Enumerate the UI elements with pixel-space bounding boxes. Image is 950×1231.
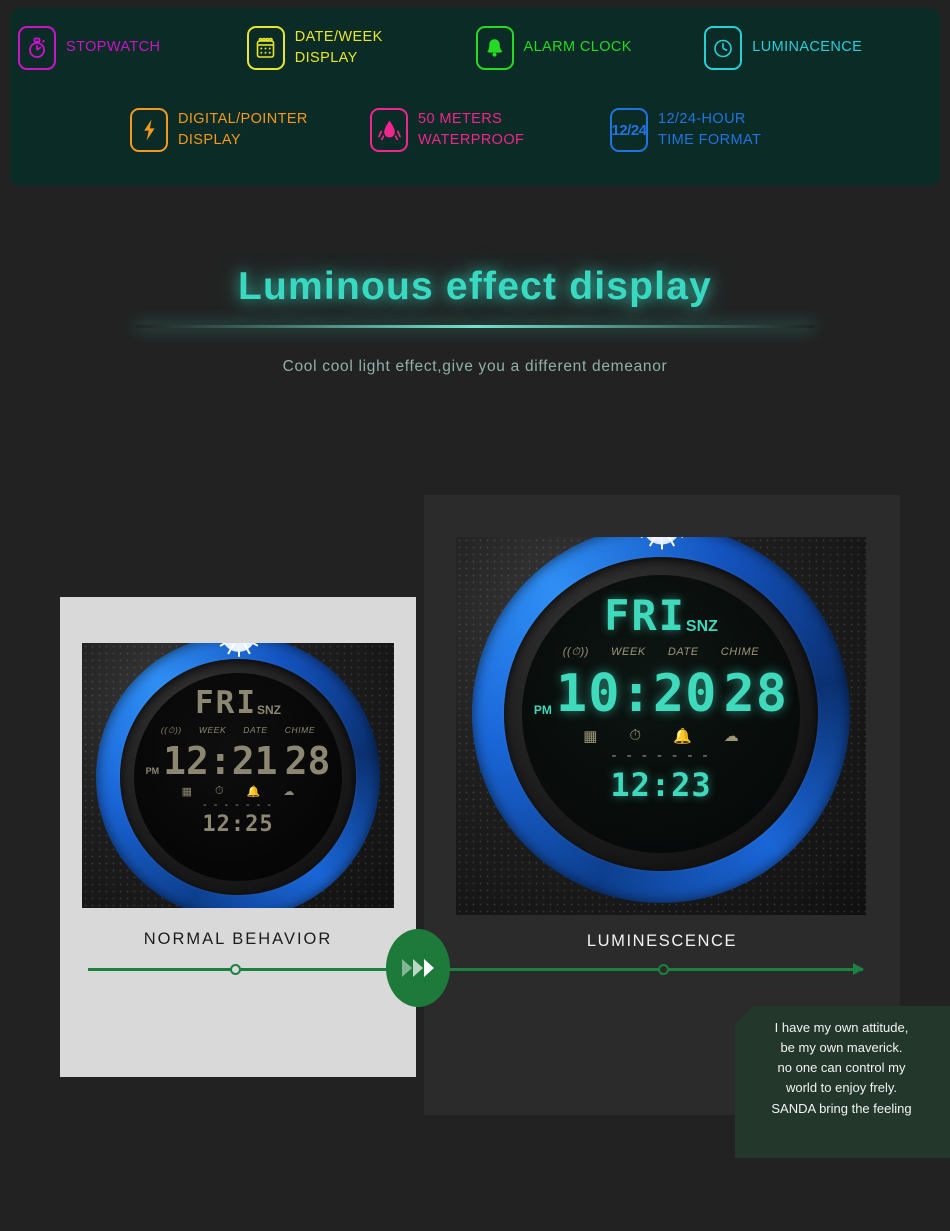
lcd-label-week: WEEK [198, 725, 227, 735]
lcd-labels: ((⏱)) WEEK DATE CHIME [161, 725, 315, 736]
lcd-pm: PM [533, 703, 552, 717]
feature-stopwatch: STOPWATCH [18, 26, 247, 70]
lcd-snz: SNZ [685, 618, 718, 635]
lcd-pm: PM [145, 766, 160, 776]
lcd-time: 10:20 [555, 664, 718, 724]
twelve-twentyfour-text: 12/24 [611, 121, 647, 139]
track-node-right [658, 964, 669, 975]
feature-label: STOPWATCH [66, 39, 161, 56]
lcd-sub-time: 12:23 [610, 766, 712, 804]
lcd-labels: ((⏱)) WEEK DATE CHIME [563, 646, 759, 659]
lcd-day: FRI [195, 685, 257, 721]
lcd-icon-row: ▦ ⏱ 🔔 ☁ [583, 727, 739, 745]
feature-time-format: 12/24 12/24-HOUR TIME FORMAT [610, 108, 850, 152]
lcd-date-value: 28 [284, 739, 331, 783]
lcd-snz: SNZ [257, 703, 281, 717]
lightning-bolt-icon [130, 108, 168, 152]
calendar-icon [246, 26, 285, 70]
track-bar [88, 968, 863, 971]
lcd-stopwatch-glyph: ⏱ [215, 785, 224, 797]
bell-icon [475, 26, 514, 70]
stopwatch-icon [18, 26, 56, 70]
feature-label: DATE/WEEK DISPLAY [294, 28, 383, 66]
glow-divider [135, 325, 815, 328]
feature-label: 12/24-HOUR TIME FORMAT [658, 110, 762, 148]
lcd-signal-glyph: ☁ [283, 786, 295, 798]
lcd-day: FRI [604, 591, 686, 640]
chevron-2 [413, 959, 423, 977]
water-drop-icon [370, 108, 408, 152]
lcd-calendar-glyph: ▦ [181, 786, 193, 798]
feature-row-2: DIGITAL/POINTER DISPLAY 50 METERS WATERP… [130, 108, 870, 152]
brand-quote: I have my own attitude, be my own maveri… [735, 1006, 950, 1158]
feature-waterproof: 50 METERS WATERPROOF [370, 108, 610, 152]
lcd-time: 12:21 [163, 739, 278, 783]
caption-normal-behavior: NORMAL BEHAVIOR [143, 930, 333, 948]
lcd-icon-row: ▦ ⏱ 🔔 ☁ [182, 785, 295, 798]
track-node-left [230, 964, 241, 975]
lcd-label-chime: CHIME [284, 725, 316, 735]
watch-normal-image: FRI SNZ ((⏱)) WEEK DATE CHIME PM 12:21 2… [82, 643, 394, 908]
lcd-label-chime: CHIME [720, 646, 760, 658]
feature-date-week: DATE/WEEK DISPLAY [246, 26, 476, 70]
lcd-alarm-glyph: ((⏱)) [160, 725, 182, 735]
caption-luminescence: LUMINESCENCE [586, 932, 738, 950]
feature-alarm-clock: ALARM CLOCK [475, 26, 705, 70]
twelve-twentyfour-icon: 12/24 [610, 108, 648, 152]
feature-label: LUMINACENCE [752, 39, 863, 56]
watch-luminescence-image: FRI SNZ ((⏱)) WEEK DATE CHIME PM 10:20 2… [456, 537, 866, 915]
chevron-1 [402, 959, 412, 977]
feature-luminacence: LUMINACENCE [704, 26, 933, 70]
clock-icon [704, 26, 743, 70]
feature-banner: STOPWATCH DATE/WEEK DISPLAY ALARM CLOCK … [10, 8, 940, 186]
lcd-sub-time: 12:25 [202, 812, 274, 837]
feature-row-1: STOPWATCH DATE/WEEK DISPLAY ALARM CLOCK … [18, 26, 933, 70]
lcd-display-normal: FRI SNZ ((⏱)) WEEK DATE CHIME PM 12:21 2… [134, 673, 342, 881]
lcd-display-luminescence: FRI SNZ ((⏱)) WEEK DATE CHIME PM 10:20 2… [522, 575, 800, 853]
lcd-signal-glyph: ☁ [723, 728, 739, 745]
lcd-dash-row: - - - - - - - [611, 747, 711, 764]
chevron-3 [424, 959, 434, 977]
feature-label: ALARM CLOCK [523, 39, 632, 56]
lcd-label-date: DATE [243, 725, 268, 735]
page-title: Luminous effect display [237, 265, 712, 308]
lcd-bell-glyph: 🔔 [246, 786, 261, 798]
lcd-date-value: 28 [723, 664, 789, 724]
track-arrow-icon [853, 963, 864, 975]
lcd-calendar-glyph: ▦ [583, 728, 598, 745]
lcd-label-week: WEEK [611, 646, 646, 658]
lcd-dash-row: - - - - - - - [203, 799, 273, 811]
lcd-bell-glyph: 🔔 [673, 728, 692, 745]
lcd-alarm-glyph: ((⏱)) [562, 646, 590, 658]
page-subtitle: Cool cool light effect,give you a differ… [282, 358, 668, 375]
feature-digital-pointer: DIGITAL/POINTER DISPLAY [130, 108, 370, 152]
feature-label: DIGITAL/POINTER DISPLAY [178, 110, 308, 148]
chevrons-right-icon[interactable] [386, 929, 450, 1007]
comparison-track [88, 963, 864, 975]
hero-section: Luminous effect display Cool cool light … [0, 265, 950, 376]
lcd-label-date: DATE [667, 646, 699, 658]
lcd-stopwatch-glyph: ⏱ [629, 727, 642, 744]
feature-label: 50 METERS WATERPROOF [418, 110, 525, 148]
